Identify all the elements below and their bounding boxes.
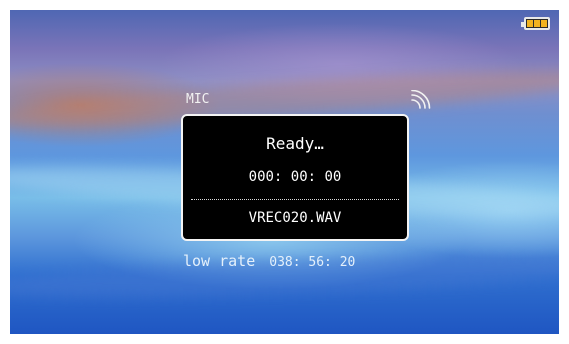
battery-full-icon xyxy=(521,17,550,30)
device-frame: MIC Ready… 000: 00: 00 VREC020.WAV low r… xyxy=(0,0,569,344)
recording-filename: VREC020.WAV xyxy=(248,210,342,226)
recorder-screen: MIC Ready… 000: 00: 00 VREC020.WAV low r… xyxy=(10,10,559,334)
remaining-time: 038: 56: 20 xyxy=(269,255,356,270)
signal-wave-icon xyxy=(411,90,431,109)
panel-divider xyxy=(191,199,399,200)
input-source-label: MIC xyxy=(186,92,210,107)
elapsed-time: 000: 00: 00 xyxy=(248,169,342,185)
recording-panel: Ready… 000: 00: 00 VREC020.WAV xyxy=(181,114,409,241)
recording-info-bar: low rate 038: 56: 20 xyxy=(183,252,355,270)
quality-label: low rate xyxy=(183,252,256,270)
record-status: Ready… xyxy=(266,134,324,153)
